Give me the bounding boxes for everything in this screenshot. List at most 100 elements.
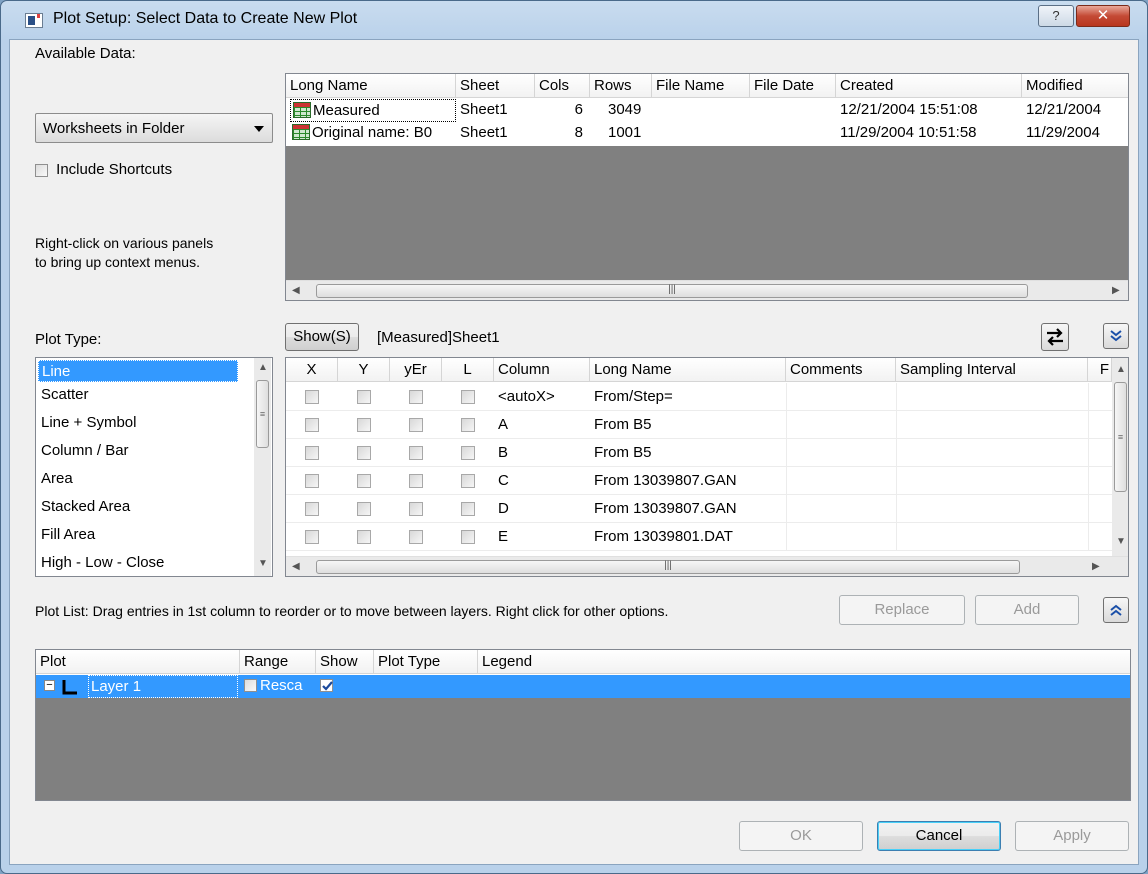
x-checkbox[interactable] — [305, 502, 319, 516]
y-checkbox[interactable] — [357, 530, 371, 544]
col-header-created[interactable]: Created — [836, 74, 1022, 98]
layer-row[interactable]: − Layer 1 Resca — [36, 675, 1130, 698]
help-button[interactable]: ? — [1038, 5, 1074, 27]
scroll-down-icon[interactable]: ▼ — [1116, 536, 1126, 547]
label-checkbox[interactable] — [461, 474, 475, 488]
yerr-checkbox[interactable] — [409, 418, 423, 432]
table-row[interactable]: E From 13039801.DAT — [286, 523, 1112, 551]
worksheets-horizontal-scrollbar[interactable]: ◀ ||| ▶ — [286, 280, 1128, 300]
yerr-checkbox[interactable] — [409, 474, 423, 488]
apply-button[interactable]: Apply — [1015, 821, 1129, 851]
col-header-l[interactable]: L — [442, 358, 494, 382]
worksheets-table[interactable]: Long Name Sheet Cols Rows File Name File… — [285, 73, 1129, 301]
columns-horizontal-scrollbar[interactable]: ◀ ||| ▶ — [286, 556, 1128, 576]
plot-type-item-scatter[interactable]: Scatter — [38, 386, 89, 403]
ok-button[interactable]: OK — [739, 821, 863, 851]
yerr-checkbox[interactable] — [409, 530, 423, 544]
table-row[interactable]: Original name: B0 Sheet1 8 1001 11/29/20… — [286, 122, 1128, 145]
show-checkbox[interactable] — [320, 679, 333, 692]
include-shortcuts-checkbox[interactable]: Include Shortcuts — [35, 161, 172, 178]
rescale-checkbox[interactable] — [244, 679, 257, 692]
y-checkbox[interactable] — [357, 418, 371, 432]
plot-type-item-column-bar[interactable]: Column / Bar — [38, 442, 129, 459]
scroll-left-icon[interactable]: ◀ — [292, 561, 300, 572]
col-header-long-name[interactable]: Long Name — [286, 74, 456, 98]
replace-button[interactable]: Replace — [839, 595, 965, 625]
scroll-right-icon[interactable]: ▶ — [1092, 561, 1100, 572]
col-header-plot[interactable]: Plot — [36, 650, 240, 674]
x-checkbox[interactable] — [305, 390, 319, 404]
plot-list[interactable]: Plot Range Show Plot Type Legend − Layer… — [35, 649, 1131, 801]
columns-grid[interactable]: X Y yEr L Column Long Name Comments Samp… — [285, 357, 1129, 577]
col-header-modified[interactable]: Modified — [1022, 74, 1128, 98]
include-shortcuts-box[interactable] — [35, 163, 48, 177]
col-header-legend[interactable]: Legend — [478, 650, 1130, 674]
y-checkbox[interactable] — [357, 390, 371, 404]
yerr-checkbox[interactable] — [409, 502, 423, 516]
table-row[interactable]: Measured Sheet1 6 3049 12/21/2004 15:51:… — [286, 99, 1128, 122]
col-header-plot-type[interactable]: Plot Type — [374, 650, 478, 674]
y-checkbox[interactable] — [357, 446, 371, 460]
plot-type-item-fill-area[interactable]: Fill Area — [38, 526, 95, 543]
label-checkbox[interactable] — [461, 502, 475, 516]
scroll-left-icon[interactable]: ◀ — [292, 285, 300, 296]
col-header-rows[interactable]: Rows — [590, 74, 652, 98]
label-checkbox[interactable] — [461, 530, 475, 544]
available-data-dropdown[interactable]: Worksheets in Folder — [35, 113, 273, 143]
plot-type-list[interactable]: Line Scatter Line + Symbol Column / Bar … — [35, 357, 273, 577]
range-cell[interactable]: Resca — [242, 675, 316, 698]
x-checkbox[interactable] — [305, 418, 319, 432]
plot-type-item-line[interactable]: Line — [38, 360, 238, 382]
scroll-right-icon[interactable]: ▶ — [1112, 285, 1120, 296]
col-header-yerr[interactable]: yEr — [390, 358, 442, 382]
title-bar[interactable]: Plot Setup: Select Data to Create New Pl… — [1, 1, 1147, 39]
x-checkbox[interactable] — [305, 474, 319, 488]
y-checkbox[interactable] — [357, 502, 371, 516]
col-header-file-name[interactable]: File Name — [652, 74, 750, 98]
table-row[interactable]: B From B5 — [286, 439, 1112, 467]
yerr-checkbox[interactable] — [409, 446, 423, 460]
col-header-column[interactable]: Column — [494, 358, 590, 382]
col-header-show[interactable]: Show — [316, 650, 374, 674]
col-header-long-name[interactable]: Long Name — [590, 358, 786, 382]
collapse-tree-icon[interactable]: − — [44, 680, 55, 691]
label-checkbox[interactable] — [461, 390, 475, 404]
scrollbar-thumb[interactable]: ≡ — [1114, 382, 1127, 492]
col-header-comments[interactable]: Comments — [786, 358, 896, 382]
label-checkbox[interactable] — [461, 446, 475, 460]
scroll-up-icon[interactable]: ▲ — [258, 362, 268, 373]
scrollbar-thumb[interactable]: ||| — [316, 560, 1020, 574]
col-header-f[interactable]: F — [1088, 358, 1112, 382]
plot-type-item-line-symbol[interactable]: Line + Symbol — [38, 414, 136, 431]
collapse-up-button[interactable] — [1103, 597, 1129, 623]
show-cell[interactable] — [318, 675, 374, 698]
col-header-cols[interactable]: Cols — [535, 74, 590, 98]
plot-type-item-stacked-area[interactable]: Stacked Area — [38, 498, 130, 515]
add-button[interactable]: Add — [975, 595, 1079, 625]
col-header-x[interactable]: X — [286, 358, 338, 382]
col-header-sheet[interactable]: Sheet — [456, 74, 535, 98]
scroll-up-icon[interactable]: ▲ — [1116, 364, 1126, 375]
col-header-range[interactable]: Range — [240, 650, 316, 674]
table-row[interactable]: <autoX> From/Step= — [286, 383, 1112, 411]
y-checkbox[interactable] — [357, 474, 371, 488]
yerr-checkbox[interactable] — [409, 390, 423, 404]
plot-type-item-area[interactable]: Area — [38, 470, 73, 487]
table-row[interactable]: D From 13039807.GAN — [286, 495, 1112, 523]
plot-type-scrollbar[interactable]: ▲ ≡ ▼ — [254, 358, 271, 576]
cancel-button[interactable]: Cancel — [877, 821, 1001, 851]
scrollbar-thumb[interactable]: ≡ — [256, 380, 269, 448]
table-row[interactable]: C From 13039807.GAN — [286, 467, 1112, 495]
col-header-y[interactable]: Y — [338, 358, 390, 382]
col-header-file-date[interactable]: File Date — [750, 74, 836, 98]
table-row[interactable]: A From B5 — [286, 411, 1112, 439]
collapse-down-button[interactable] — [1103, 323, 1129, 349]
show-button[interactable]: Show(S) — [285, 323, 359, 351]
x-checkbox[interactable] — [305, 530, 319, 544]
columns-vertical-scrollbar[interactable]: ▲ ≡ ▼ — [1112, 358, 1128, 556]
scroll-down-icon[interactable]: ▼ — [258, 558, 268, 569]
label-checkbox[interactable] — [461, 418, 475, 432]
plot-type-item-high-low-close[interactable]: High - Low - Close — [38, 554, 164, 571]
swap-button[interactable] — [1041, 323, 1069, 351]
scrollbar-thumb[interactable]: ||| — [316, 284, 1028, 298]
